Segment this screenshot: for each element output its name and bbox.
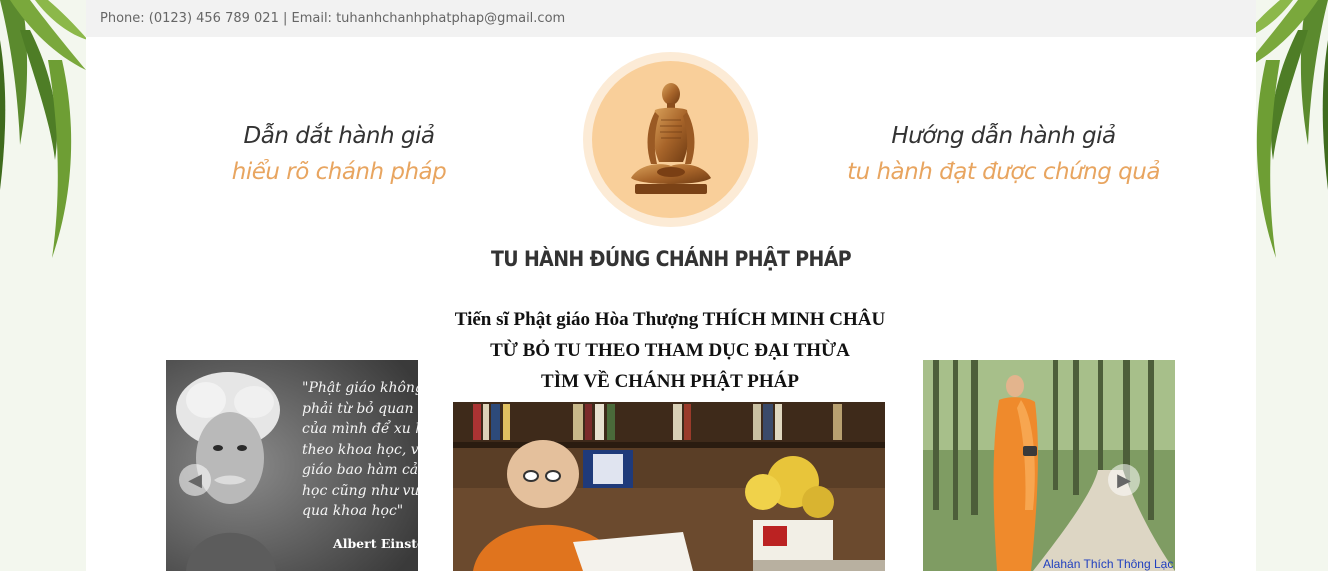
site-logo[interactable] xyxy=(583,52,758,227)
quote-line: học cũng như vượt xyxy=(302,482,418,499)
quote-line: "Phật giáo không c xyxy=(302,380,418,396)
quote-line: của mình để xu hư xyxy=(302,421,418,437)
einstein-quote: "Phật giáo không c phải từ bỏ quan đi củ… xyxy=(302,378,418,522)
slide-einstein-quote[interactable]: "Phật giáo không c phải từ bỏ quan đi củ… xyxy=(166,360,418,571)
arrow-right-icon: ▶ xyxy=(1117,469,1131,490)
right-tagline: Hướng dẫn hành giả tu hành đạt được chứn… xyxy=(826,118,1181,190)
slide-caption: Alahán Thích Thông Lạc xyxy=(1043,557,1174,571)
contact-info: Phone: (0123) 456 789 021 | Email: tuhan… xyxy=(100,11,566,26)
slider-next-button[interactable]: ▶ xyxy=(1108,464,1140,496)
quote-line: phải từ bỏ quan đi xyxy=(302,400,418,417)
featured-heading: Tiến sĩ Phật giáo Hòa Thượng THÍCH MINH … xyxy=(418,300,922,397)
left-tagline: Dẫn dắt hành giả hiểu rõ chánh pháp xyxy=(214,118,464,190)
quote-line: giáo bao hàm cả k xyxy=(302,462,418,478)
slide-monk-forest[interactable]: Alahán Thích Thông Lạc xyxy=(923,360,1175,571)
arrow-left-icon: ◀ xyxy=(188,469,202,490)
slide-featured[interactable]: Tiến sĩ Phật giáo Hòa Thượng THÍCH MINH … xyxy=(418,300,922,571)
bamboo-leaves-left xyxy=(0,0,88,290)
buddha-statue-icon xyxy=(630,82,711,194)
quote-author: Albert Einstei xyxy=(333,536,418,551)
featured-heading-line: TỪ BỎ TU THEO THAM DỤC ĐẠI THỪA xyxy=(490,340,850,361)
site-title[interactable]: TU HÀNH ĐÚNG CHÁNH PHẬT PHÁP xyxy=(86,247,1256,271)
quote-line: qua khoa học" xyxy=(302,503,404,519)
right-tagline-line1: Hướng dẫn hành giả xyxy=(891,123,1116,149)
right-tagline-line2: tu hành đạt được chứng quả xyxy=(847,159,1160,185)
quote-line: theo khoa học, vì P xyxy=(302,441,418,458)
monk-reading-photo xyxy=(453,402,885,571)
left-tagline-line1: Dẫn dắt hành giả xyxy=(243,123,435,149)
featured-heading-line: Tiến sĩ Phật giáo Hòa Thượng THÍCH MINH … xyxy=(454,309,886,330)
left-tagline-line2: hiểu rõ chánh pháp xyxy=(231,159,447,185)
page-container: Phone: (0123) 456 789 021 | Email: tuhan… xyxy=(86,0,1256,571)
slider-prev-button[interactable]: ◀ xyxy=(179,464,211,496)
featured-heading-line: TÌM VỀ CHÁNH PHẬT PHÁP xyxy=(541,371,799,392)
monk-forest-photo xyxy=(923,360,1175,571)
top-contact-bar: Phone: (0123) 456 789 021 | Email: tuhan… xyxy=(86,0,1256,37)
